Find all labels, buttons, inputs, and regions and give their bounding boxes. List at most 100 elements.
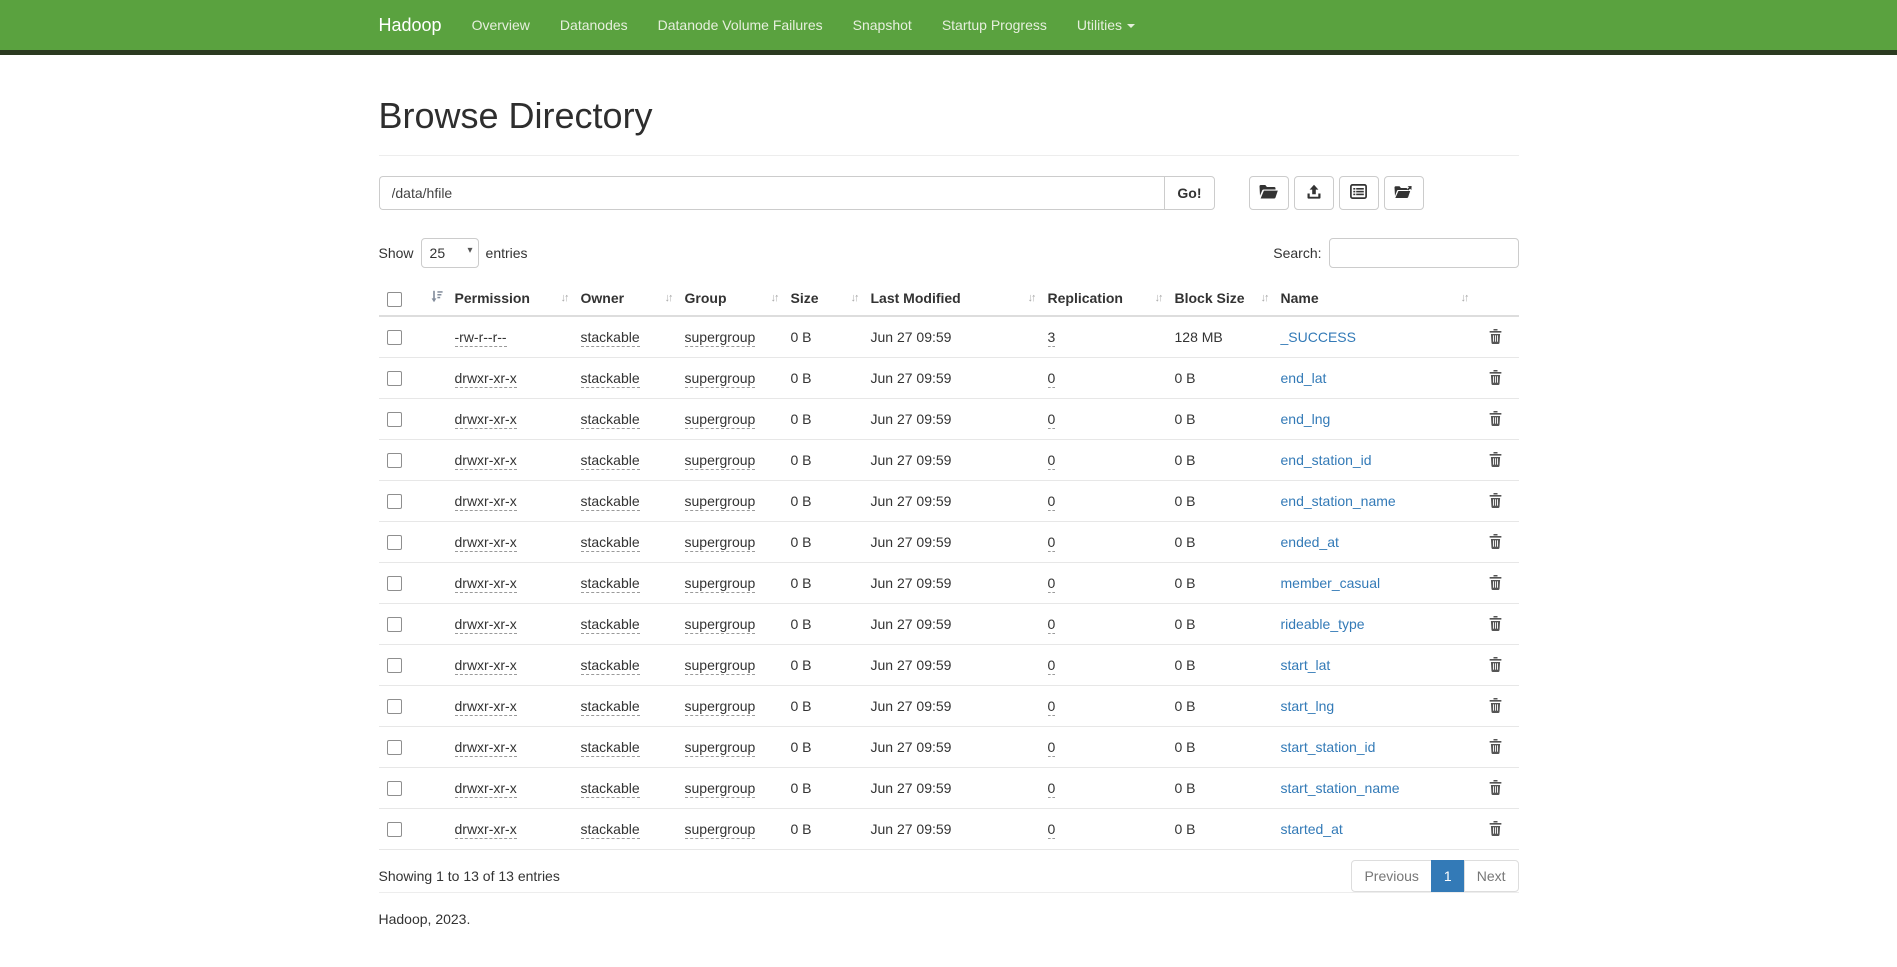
- delete-button[interactable]: [1487, 327, 1504, 346]
- owner-value[interactable]: stackable: [581, 739, 640, 757]
- row-checkbox[interactable]: [387, 330, 402, 345]
- go-button[interactable]: Go!: [1164, 176, 1214, 210]
- row-checkbox[interactable]: [387, 412, 402, 427]
- upload-files-button[interactable]: [1294, 176, 1334, 210]
- column-header-replication[interactable]: Replication↓↑: [1040, 282, 1167, 316]
- replication-value[interactable]: 3: [1048, 329, 1056, 347]
- permission-value[interactable]: drwxr-xr-x: [455, 534, 517, 552]
- group-value[interactable]: supergroup: [685, 493, 756, 511]
- group-value[interactable]: supergroup: [685, 657, 756, 675]
- permission-value[interactable]: drwxr-xr-x: [455, 452, 517, 470]
- column-header-size[interactable]: Size↓↑: [783, 282, 863, 316]
- delete-button[interactable]: [1487, 368, 1504, 387]
- file-name-link[interactable]: start_lng: [1281, 698, 1335, 714]
- replication-value[interactable]: 0: [1048, 657, 1056, 675]
- move-button[interactable]: [1384, 176, 1424, 210]
- row-checkbox[interactable]: [387, 617, 402, 632]
- file-name-link[interactable]: start_station_name: [1281, 780, 1400, 796]
- next-page-button[interactable]: Next: [1464, 860, 1519, 892]
- group-value[interactable]: supergroup: [685, 739, 756, 757]
- group-value[interactable]: supergroup: [685, 370, 756, 388]
- column-header-owner[interactable]: Owner↓↑: [573, 282, 677, 316]
- file-name-link[interactable]: start_station_id: [1281, 739, 1376, 755]
- replication-value[interactable]: 0: [1048, 575, 1056, 593]
- permission-value[interactable]: drwxr-xr-x: [455, 411, 517, 429]
- owner-value[interactable]: stackable: [581, 493, 640, 511]
- group-value[interactable]: supergroup: [685, 616, 756, 634]
- permission-value[interactable]: drwxr-xr-x: [455, 575, 517, 593]
- replication-value[interactable]: 0: [1048, 370, 1056, 388]
- file-name-link[interactable]: _SUCCESS: [1281, 329, 1356, 345]
- delete-button[interactable]: [1487, 450, 1504, 469]
- paste-button[interactable]: [1339, 176, 1379, 210]
- group-value[interactable]: supergroup: [685, 329, 756, 347]
- select-all-header[interactable]: [379, 282, 447, 316]
- row-checkbox[interactable]: [387, 822, 402, 837]
- group-value[interactable]: supergroup: [685, 698, 756, 716]
- delete-button[interactable]: [1487, 409, 1504, 428]
- navbar-link[interactable]: Datanodes: [545, 0, 643, 50]
- owner-value[interactable]: stackable: [581, 575, 640, 593]
- navbar-link[interactable]: Overview: [457, 0, 545, 50]
- file-name-link[interactable]: member_casual: [1281, 575, 1381, 591]
- previous-page-button[interactable]: Previous: [1351, 860, 1431, 892]
- column-header-block-size[interactable]: Block Size↓↑: [1167, 282, 1273, 316]
- permission-value[interactable]: drwxr-xr-x: [455, 657, 517, 675]
- delete-button[interactable]: [1487, 778, 1504, 797]
- file-name-link[interactable]: start_lat: [1281, 657, 1331, 673]
- row-checkbox[interactable]: [387, 658, 402, 673]
- select-all-checkbox[interactable]: [387, 292, 402, 307]
- delete-button[interactable]: [1487, 819, 1504, 838]
- owner-value[interactable]: stackable: [581, 329, 640, 347]
- owner-value[interactable]: stackable: [581, 821, 640, 839]
- owner-value[interactable]: stackable: [581, 780, 640, 798]
- create-directory-button[interactable]: [1249, 176, 1289, 210]
- group-value[interactable]: supergroup: [685, 575, 756, 593]
- owner-value[interactable]: stackable: [581, 452, 640, 470]
- page-size-select[interactable]: 25: [421, 238, 479, 268]
- delete-button[interactable]: [1487, 532, 1504, 551]
- row-checkbox[interactable]: [387, 699, 402, 714]
- permission-value[interactable]: drwxr-xr-x: [455, 698, 517, 716]
- delete-button[interactable]: [1487, 737, 1504, 756]
- file-name-link[interactable]: ended_at: [1281, 534, 1339, 550]
- row-checkbox[interactable]: [387, 535, 402, 550]
- owner-value[interactable]: stackable: [581, 370, 640, 388]
- navbar-link[interactable]: Startup Progress: [927, 0, 1062, 50]
- navbar-link[interactable]: Datanode Volume Failures: [643, 0, 838, 50]
- column-header-name[interactable]: Name↓↑: [1273, 282, 1473, 316]
- directory-path-input[interactable]: [379, 176, 1165, 210]
- navbar-link[interactable]: Snapshot: [838, 0, 927, 50]
- owner-value[interactable]: stackable: [581, 657, 640, 675]
- page-1-button[interactable]: 1: [1431, 860, 1465, 892]
- row-checkbox[interactable]: [387, 781, 402, 796]
- permission-value[interactable]: drwxr-xr-x: [455, 739, 517, 757]
- replication-value[interactable]: 0: [1048, 411, 1056, 429]
- group-value[interactable]: supergroup: [685, 411, 756, 429]
- column-header-permission[interactable]: Permission↓↑: [447, 282, 573, 316]
- row-checkbox[interactable]: [387, 453, 402, 468]
- column-header-last-modified[interactable]: Last Modified↓↑: [863, 282, 1040, 316]
- delete-button[interactable]: [1487, 655, 1504, 674]
- owner-value[interactable]: stackable: [581, 534, 640, 552]
- delete-button[interactable]: [1487, 491, 1504, 510]
- owner-value[interactable]: stackable: [581, 616, 640, 634]
- owner-value[interactable]: stackable: [581, 411, 640, 429]
- owner-value[interactable]: stackable: [581, 698, 640, 716]
- replication-value[interactable]: 0: [1048, 452, 1056, 470]
- group-value[interactable]: supergroup: [685, 534, 756, 552]
- replication-value[interactable]: 0: [1048, 780, 1056, 798]
- permission-value[interactable]: -rw-r--r--: [455, 329, 507, 347]
- permission-value[interactable]: drwxr-xr-x: [455, 493, 517, 511]
- row-checkbox[interactable]: [387, 494, 402, 509]
- replication-value[interactable]: 0: [1048, 821, 1056, 839]
- file-name-link[interactable]: rideable_type: [1281, 616, 1365, 632]
- delete-button[interactable]: [1487, 573, 1504, 592]
- permission-value[interactable]: drwxr-xr-x: [455, 370, 517, 388]
- group-value[interactable]: supergroup: [685, 452, 756, 470]
- group-value[interactable]: supergroup: [685, 821, 756, 839]
- permission-value[interactable]: drwxr-xr-x: [455, 616, 517, 634]
- replication-value[interactable]: 0: [1048, 698, 1056, 716]
- delete-button[interactable]: [1487, 696, 1504, 715]
- column-header-group[interactable]: Group↓↑: [677, 282, 783, 316]
